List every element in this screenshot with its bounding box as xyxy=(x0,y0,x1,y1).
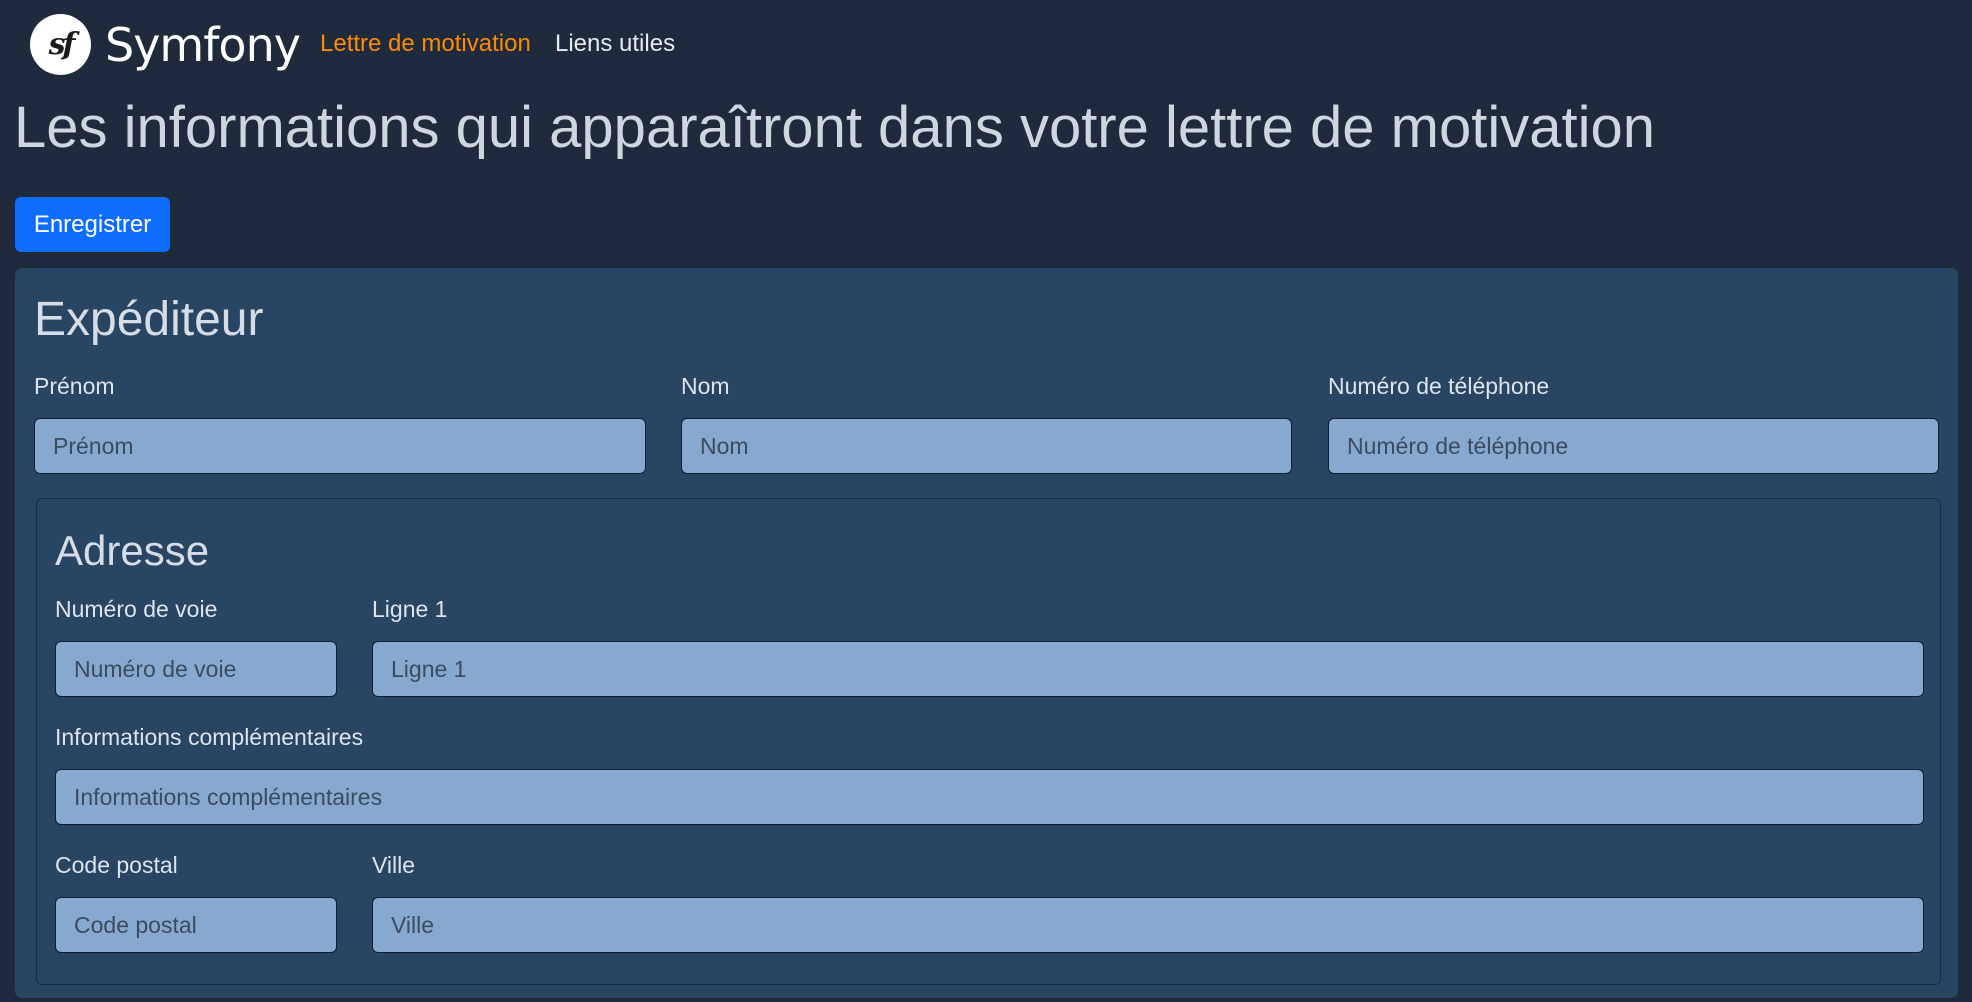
save-button[interactable]: Enregistrer xyxy=(15,197,170,252)
top-navbar: sf Symfony Lettre de motivation Liens ut… xyxy=(0,0,1972,88)
phone-input[interactable] xyxy=(1328,418,1939,474)
postal-code-label: Code postal xyxy=(55,852,178,878)
brand-link[interactable]: sf Symfony xyxy=(30,14,301,75)
brand-name: Symfony xyxy=(105,17,301,72)
address-section-title: Adresse xyxy=(55,527,210,574)
city-input[interactable] xyxy=(372,897,1924,953)
sender-section-title: Expéditeur xyxy=(34,293,264,346)
postal-code-input[interactable] xyxy=(55,897,337,953)
lastname-label: Nom xyxy=(681,373,730,399)
nav-link-useful-links[interactable]: Liens utiles xyxy=(555,30,675,58)
lastname-input[interactable] xyxy=(681,418,1292,474)
line1-input[interactable] xyxy=(372,641,1924,697)
firstname-input[interactable] xyxy=(34,418,646,474)
page-title: Les informations qui apparaîtront dans v… xyxy=(14,95,1656,160)
address-panel: Adresse Numéro de voie Ligne 1 Informati… xyxy=(36,498,1941,985)
city-label: Ville xyxy=(372,852,416,878)
sender-panel: Expéditeur Prénom Nom Numéro de téléphon… xyxy=(15,268,1958,998)
line1-label: Ligne 1 xyxy=(372,596,448,622)
extra-info-input[interactable] xyxy=(55,769,1924,825)
nav-link-cover-letter[interactable]: Lettre de motivation xyxy=(320,30,531,58)
firstname-label: Prénom xyxy=(34,373,115,399)
street-number-input[interactable] xyxy=(55,641,337,697)
extra-info-label: Informations complémentaires xyxy=(55,724,364,750)
street-number-label: Numéro de voie xyxy=(55,596,218,622)
phone-label: Numéro de téléphone xyxy=(1328,373,1550,399)
symfony-logo-icon: sf xyxy=(30,14,91,75)
